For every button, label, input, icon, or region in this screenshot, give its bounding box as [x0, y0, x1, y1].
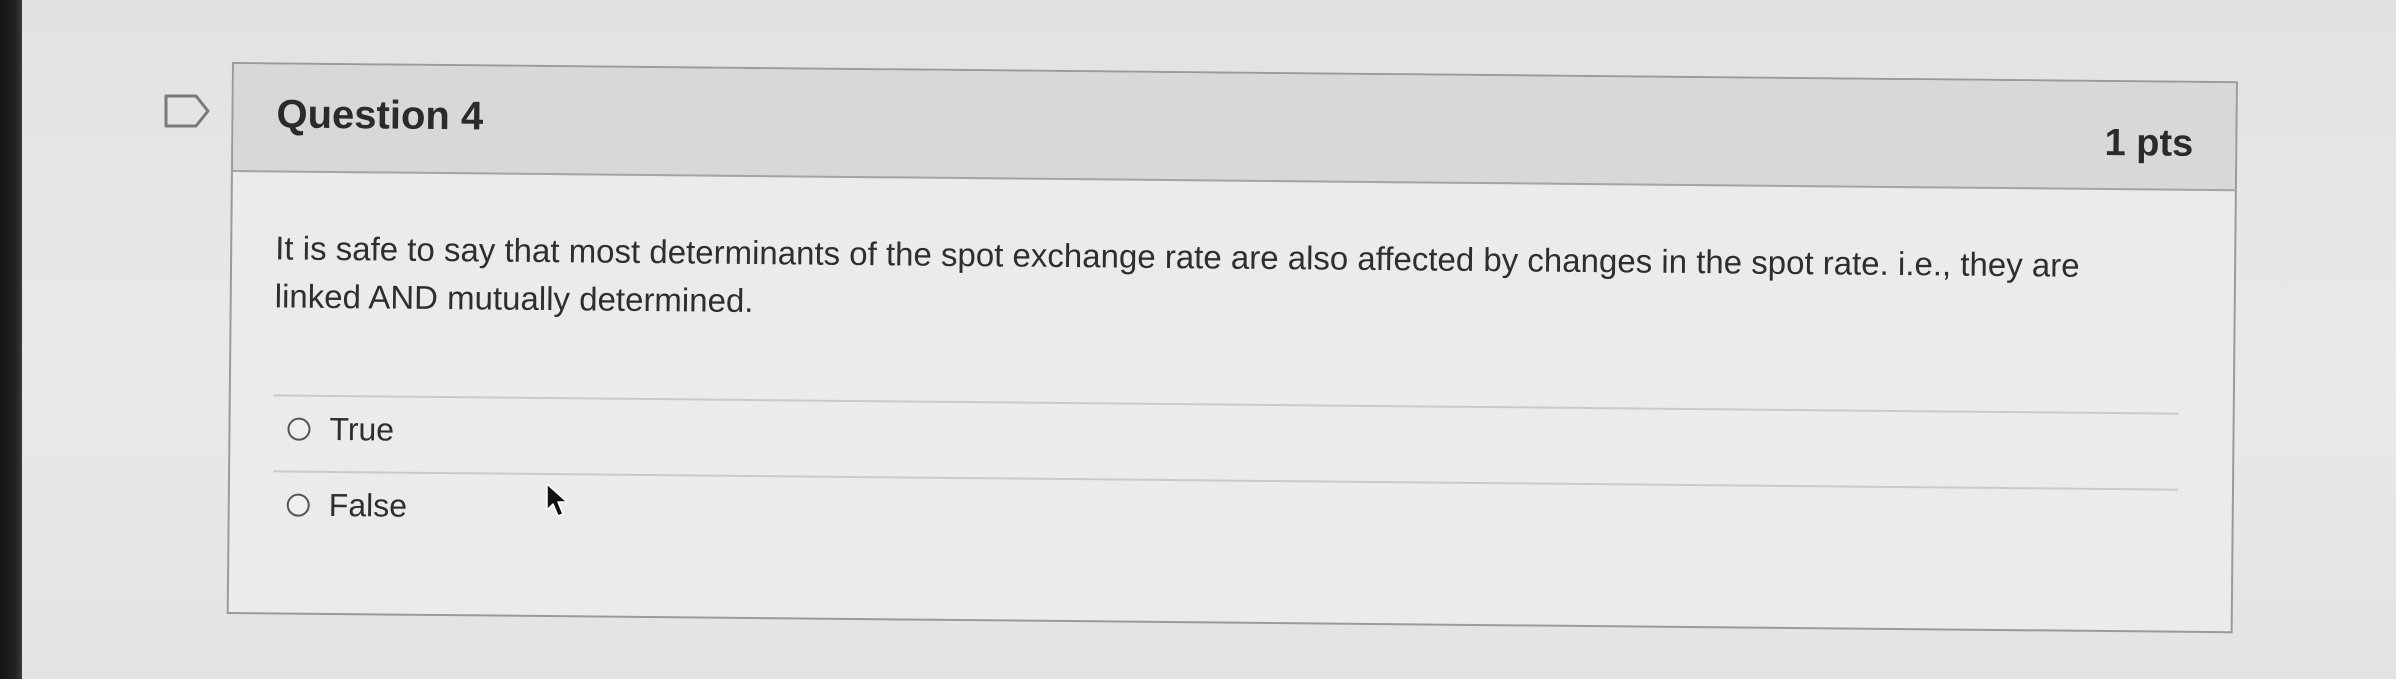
question-title: Question 4: [276, 92, 484, 139]
answer-label[interactable]: True: [329, 411, 394, 449]
question-points: 1 pts: [2104, 121, 2194, 165]
radio-button-icon[interactable]: [286, 493, 310, 517]
mouse-pointer-icon: [546, 483, 568, 517]
answer-label[interactable]: False: [329, 487, 408, 525]
flag-question-icon[interactable]: [162, 92, 212, 130]
radio-button-icon[interactable]: [287, 417, 311, 441]
question-text: It is safe to say that most determinants…: [274, 229, 2080, 320]
question-header: Question 4 1 pts: [232, 64, 2236, 192]
question-card: Question 4 1 pts It is safe to say that …: [226, 62, 2238, 634]
quiz-screen: Question 4 1 pts It is safe to say that …: [0, 0, 2396, 679]
answer-list: True False: [272, 394, 2179, 565]
screen-bezel: [0, 0, 22, 679]
